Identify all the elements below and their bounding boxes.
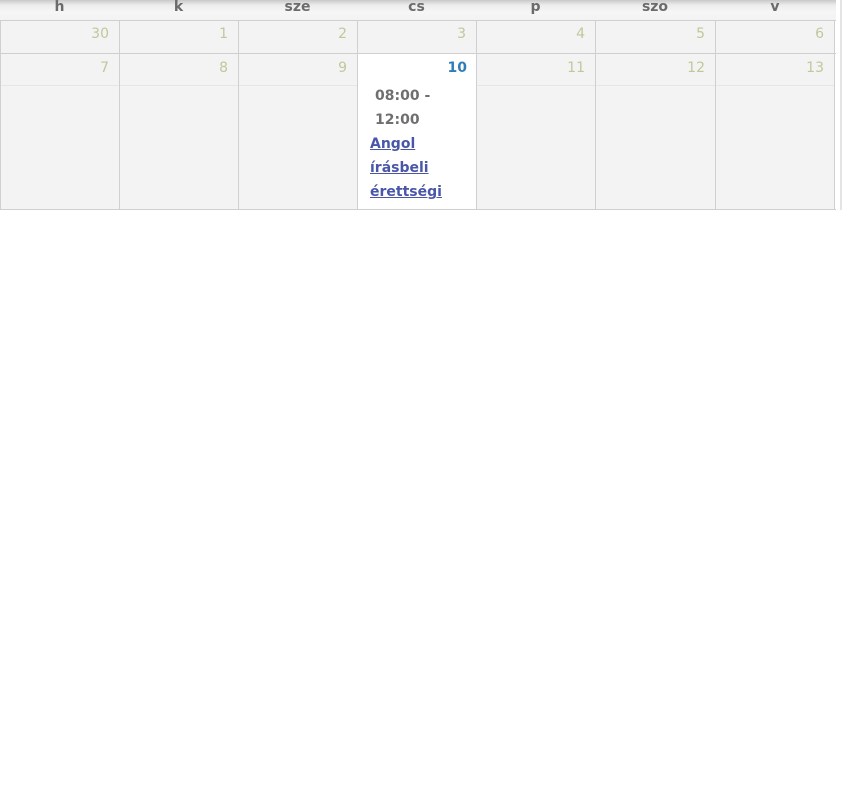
- day-cell[interactable]: 12: [595, 54, 715, 209]
- weekday-header-sunday: v: [770, 0, 780, 15]
- event-time-start: 08:00 -: [375, 88, 431, 104]
- day-cell[interactable]: 2: [238, 21, 357, 53]
- weekday-header-friday: p: [530, 0, 541, 15]
- day-cell[interactable]: 8: [119, 54, 238, 209]
- day-cell[interactable]: 3: [357, 21, 476, 53]
- day-number: 5: [696, 26, 705, 42]
- calendar-week-row: 30 1 2 3 4 5 6: [0, 21, 836, 54]
- day-number: 2: [338, 26, 347, 42]
- day-cell-today[interactable]: 10 08:00 - 12:00 Angol írásbeli érettség…: [357, 54, 476, 209]
- day-number: 7: [100, 60, 109, 76]
- day-cell[interactable]: 11: [476, 54, 595, 209]
- month-calendar: h k sze cs p szo v 30 1 2 3 4 5 6 7 8 9 …: [0, 0, 836, 210]
- day-number: 8: [219, 60, 228, 76]
- day-cell[interactable]: 13: [715, 54, 835, 209]
- today-day-number: 10: [447, 60, 467, 76]
- day-number: 12: [687, 60, 705, 76]
- day-cell[interactable]: 4: [476, 21, 595, 53]
- day-number: 9: [338, 60, 347, 76]
- weekday-header-thursday: cs: [408, 0, 425, 15]
- day-number: 30: [91, 26, 109, 42]
- event-title-link[interactable]: érettségi: [370, 180, 450, 204]
- day-cell[interactable]: 7: [0, 54, 119, 209]
- day-number: 1: [219, 26, 228, 42]
- weekday-header-tuesday: k: [173, 0, 184, 15]
- day-cell[interactable]: 30: [0, 21, 119, 53]
- event-time-end: 12:00: [375, 112, 420, 128]
- day-number: 11: [567, 60, 585, 76]
- day-number: 4: [576, 26, 585, 42]
- day-cell[interactable]: 6: [715, 21, 835, 53]
- day-number: 3: [457, 26, 466, 42]
- day-number: 13: [806, 60, 824, 76]
- weekday-header-saturday: szo: [641, 0, 669, 15]
- event-title-link[interactable]: Angol: [370, 132, 450, 156]
- calendar-week-row: 7 8 9 10 08:00 - 12:00 Angol írásbeli ér…: [0, 54, 836, 210]
- weekday-header-row: h k sze cs p szo v: [0, 0, 836, 21]
- weekday-header-wednesday: sze: [284, 0, 311, 15]
- day-cell[interactable]: 1: [119, 21, 238, 53]
- day-cell[interactable]: 9: [238, 54, 357, 209]
- day-number: 6: [815, 26, 824, 42]
- day-cell[interactable]: 5: [595, 21, 715, 53]
- weekday-header-monday: h: [54, 0, 65, 15]
- event-title-link[interactable]: írásbeli: [370, 156, 450, 180]
- calendar-event: 08:00 - 12:00 Angol írásbeli érettségi: [370, 84, 470, 204]
